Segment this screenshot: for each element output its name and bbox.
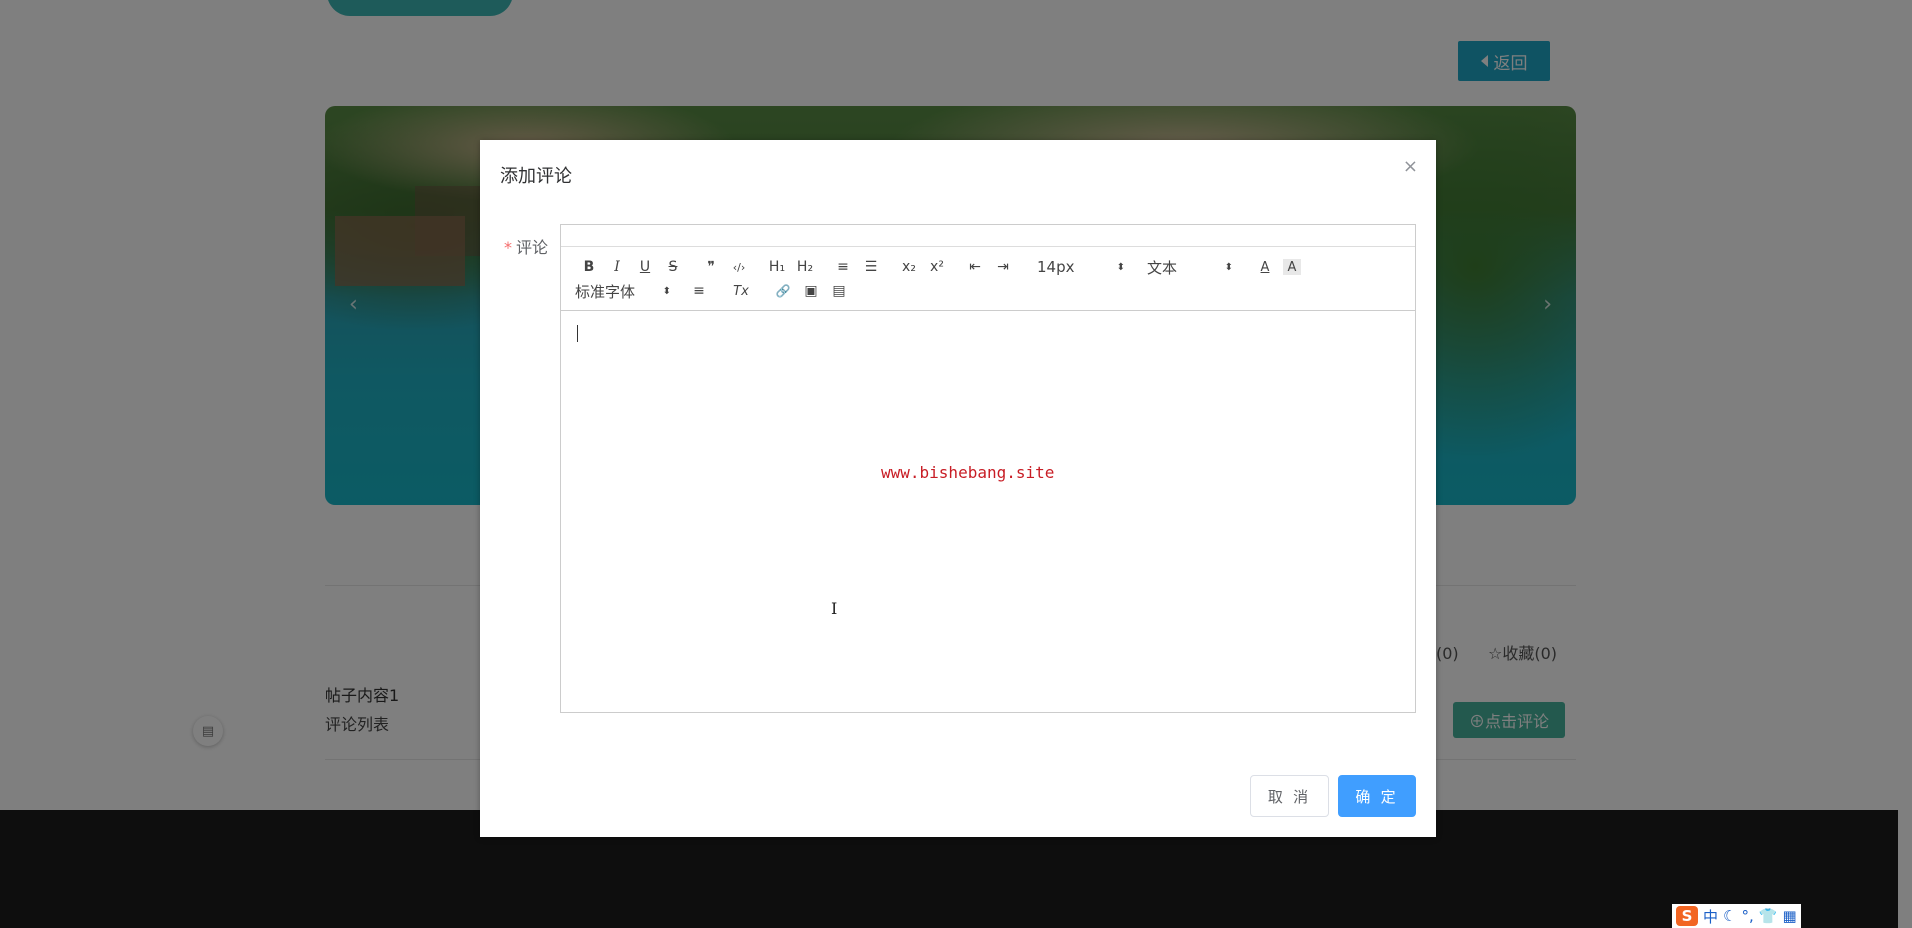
moon-icon[interactable]: ☾ — [1723, 907, 1736, 925]
sogou-logo-icon: S — [1676, 906, 1698, 926]
shirt-icon[interactable]: 👕 — [1759, 907, 1778, 925]
text-color-icon[interactable]: A — [1251, 255, 1279, 279]
superscript-icon[interactable]: x² — [923, 255, 951, 279]
strike-icon[interactable]: S — [659, 255, 687, 279]
grid-icon[interactable]: ▦ — [1782, 907, 1796, 925]
header-select[interactable]: 文本 ⬍ — [1147, 255, 1233, 279]
editor-toolbar: B I U S ❞ ‹/› H₁ H₂ ≡ ☰ x₂ x² ⇤ ⇥ 14px ⬍… — [561, 247, 1415, 311]
editor-content-area[interactable]: www.bishebang.site I — [561, 311, 1415, 711]
dialog-title: 添加评论 — [500, 166, 572, 187]
font-size-select[interactable]: 14px ⬍ — [1027, 255, 1125, 279]
select-caret-icon: ⬍ — [662, 285, 671, 297]
ordered-list-icon[interactable]: ≡ — [829, 255, 857, 279]
italic-icon[interactable]: I — [603, 255, 631, 279]
ime-toolbar[interactable]: S 中 ☾ °, 👕 ▦ — [1672, 904, 1801, 928]
add-comment-dialog: 添加评论 × * 评论 B I U S ❞ ‹/› H₁ H₂ ≡ ☰ x₂ x² — [480, 140, 1436, 837]
code-block-icon[interactable]: ‹/› — [725, 255, 753, 279]
select-caret-icon: ⬍ — [1224, 261, 1233, 273]
header2-icon[interactable]: H₂ — [791, 255, 819, 279]
bold-icon[interactable]: B — [575, 255, 603, 279]
link-icon[interactable]: 🔗 — [769, 279, 797, 303]
watermark-text: www.bishebang.site — [881, 463, 1055, 482]
text-cursor — [577, 325, 578, 342]
select-caret-icon: ⬍ — [1116, 261, 1125, 273]
font-family-select[interactable]: 标准字体 ⬍ — [575, 279, 671, 303]
header1-icon[interactable]: H₁ — [763, 255, 791, 279]
align-icon[interactable]: ≡ — [685, 279, 713, 303]
required-mark: * — [504, 238, 512, 257]
confirm-button[interactable]: 确 定 — [1338, 775, 1416, 817]
mouse-ibeam-icon: I — [831, 599, 838, 618]
indent-icon[interactable]: ⇥ — [989, 255, 1017, 279]
clear-format-icon[interactable]: Tx — [727, 279, 755, 303]
punctuation-icon[interactable]: °, — [1741, 907, 1753, 925]
close-icon[interactable]: × — [1403, 156, 1418, 177]
cancel-button[interactable]: 取 消 — [1250, 775, 1329, 817]
comment-field-label: * 评论 — [504, 238, 549, 257]
background-color-icon[interactable]: A — [1283, 259, 1301, 275]
underline-icon[interactable]: U — [631, 255, 659, 279]
video-icon[interactable]: ▤ — [825, 279, 853, 303]
blockquote-icon[interactable]: ❞ — [697, 255, 725, 279]
image-icon[interactable]: ▣ — [797, 279, 825, 303]
subscript-icon[interactable]: x₂ — [895, 255, 923, 279]
bullet-list-icon[interactable]: ☰ — [857, 255, 885, 279]
ime-mode[interactable]: 中 — [1703, 906, 1718, 927]
rich-text-editor: B I U S ❞ ‹/› H₁ H₂ ≡ ☰ x₂ x² ⇤ ⇥ 14px ⬍… — [560, 224, 1416, 713]
outdent-icon[interactable]: ⇤ — [961, 255, 989, 279]
